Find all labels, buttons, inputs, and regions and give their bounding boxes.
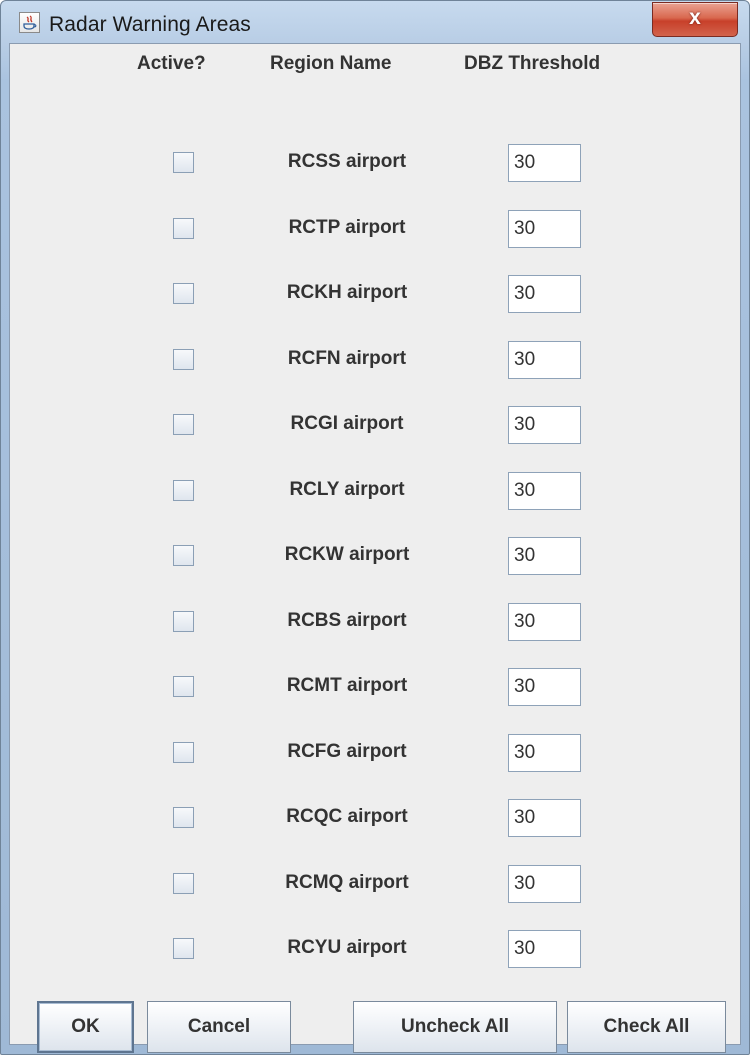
radar-warning-areas-window: Radar Warning Areas x Active? Region Nam… bbox=[0, 0, 750, 1055]
active-checkbox[interactable] bbox=[173, 545, 194, 566]
dbz-threshold-field[interactable] bbox=[508, 930, 581, 968]
dbz-threshold-field[interactable] bbox=[508, 341, 581, 379]
uncheck-all-button[interactable]: Uncheck All bbox=[353, 1001, 557, 1053]
dbz-threshold-field[interactable] bbox=[508, 734, 581, 772]
active-checkbox[interactable] bbox=[173, 152, 194, 173]
dbz-threshold-field[interactable] bbox=[508, 865, 581, 903]
active-checkbox[interactable] bbox=[173, 938, 194, 959]
dbz-threshold-field[interactable] bbox=[508, 210, 581, 248]
region-name-label: RCKH airport bbox=[286, 282, 408, 303]
window-title: Radar Warning Areas bbox=[49, 13, 251, 36]
dbz-threshold-field[interactable] bbox=[508, 144, 581, 182]
region-name-label: RCMQ airport bbox=[285, 872, 409, 893]
dbz-threshold-field[interactable] bbox=[508, 799, 581, 837]
ok-button[interactable]: OK bbox=[37, 1001, 134, 1053]
active-column-header: Active? bbox=[137, 53, 206, 74]
region-name-column-header: Region Name bbox=[270, 53, 392, 74]
close-icon: x bbox=[689, 6, 701, 29]
cancel-button[interactable]: Cancel bbox=[147, 1001, 291, 1053]
active-checkbox[interactable] bbox=[173, 218, 194, 239]
active-checkbox[interactable] bbox=[173, 283, 194, 304]
active-checkbox[interactable] bbox=[173, 676, 194, 697]
dbz-threshold-field[interactable] bbox=[508, 537, 581, 575]
region-name-label: RCMT airport bbox=[286, 675, 408, 696]
region-name-label: RCLY airport bbox=[289, 479, 405, 500]
active-checkbox[interactable] bbox=[173, 611, 194, 632]
dbz-threshold-field[interactable] bbox=[508, 406, 581, 444]
active-checkbox[interactable] bbox=[173, 742, 194, 763]
title-bar[interactable]: Radar Warning Areas x bbox=[1, 1, 749, 43]
dbz-threshold-field[interactable] bbox=[508, 603, 581, 641]
region-name-label: RCFN airport bbox=[287, 348, 407, 369]
region-name-label: RCQC airport bbox=[286, 806, 408, 827]
active-checkbox[interactable] bbox=[173, 480, 194, 501]
region-name-label: RCTP airport bbox=[288, 217, 406, 238]
region-name-label: RCYU airport bbox=[287, 937, 407, 958]
dbz-threshold-field[interactable] bbox=[508, 668, 581, 706]
active-checkbox[interactable] bbox=[173, 873, 194, 894]
region-name-label: RCBS airport bbox=[287, 610, 407, 631]
active-checkbox[interactable] bbox=[173, 414, 194, 435]
region-name-label: RCGI airport bbox=[290, 413, 404, 434]
region-name-label: RCSS airport bbox=[287, 151, 407, 172]
java-icon bbox=[19, 12, 40, 33]
dbz-threshold-field[interactable] bbox=[508, 472, 581, 510]
dbz-threshold-column-header: DBZ Threshold bbox=[464, 53, 601, 74]
dbz-threshold-field[interactable] bbox=[508, 275, 581, 313]
active-checkbox[interactable] bbox=[173, 349, 194, 370]
region-name-label: RCFG airport bbox=[287, 741, 407, 762]
close-button[interactable]: x bbox=[652, 2, 738, 37]
region-name-label: RCKW airport bbox=[284, 544, 410, 565]
active-checkbox[interactable] bbox=[173, 807, 194, 828]
check-all-button[interactable]: Check All bbox=[567, 1001, 726, 1053]
